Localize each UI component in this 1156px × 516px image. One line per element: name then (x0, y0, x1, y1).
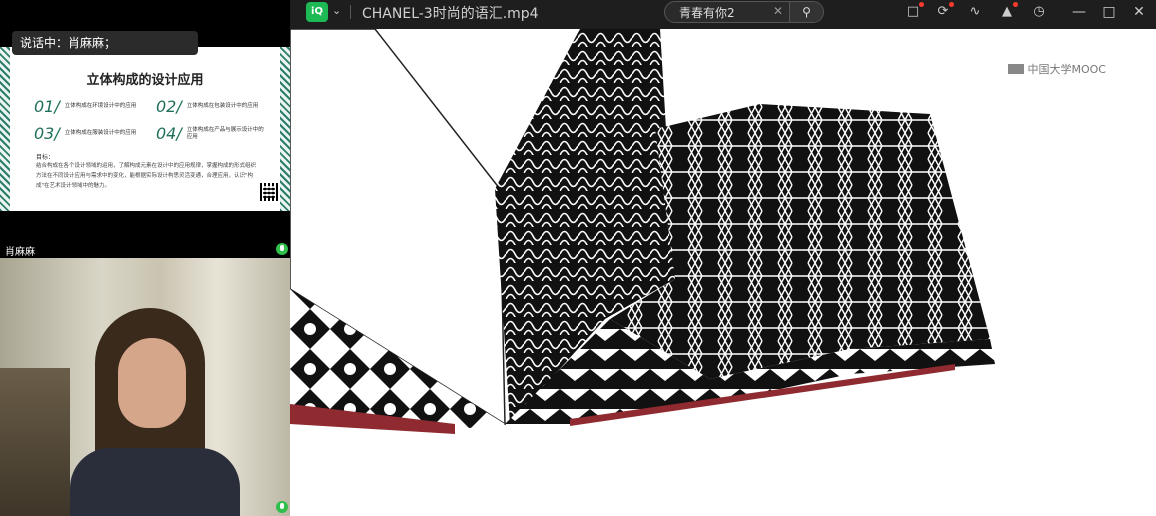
phone-icon[interactable]: □ (904, 2, 924, 21)
video-frame[interactable]: 中国大学MOOC (290, 29, 1156, 516)
slide-item-number: 04/ (156, 124, 182, 143)
slide-item-4: 04/ 立体构成在产品与展示设计中的应用 (156, 124, 267, 143)
slide-goal-heading: 目标： (36, 154, 55, 161)
person-face (118, 338, 186, 428)
mooc-logo-icon (1007, 64, 1024, 74)
refresh-icon[interactable]: ⟳ (934, 2, 954, 21)
file-title: CHANEL-3时尚的语汇.mp4 (362, 6, 539, 22)
clear-icon[interactable]: ✕ (773, 4, 783, 18)
app-logo-icon[interactable]: iQ (306, 2, 328, 22)
video-player: iQ ⌄ CHANEL-3时尚的语汇.mp4 ✕ ⚲ □ ⟳ ∿ ▲ ◷ — □… (290, 0, 1156, 516)
folded-pattern-image (290, 29, 1156, 516)
notification-dot (1013, 2, 1018, 7)
slide-item-text: 立体构成在包装设计中的应用 (186, 103, 259, 109)
screen: 立体构成的设计应用 01/ 立体构成在环境设计中的应用 02/ 立体构成在包装设… (0, 0, 1156, 516)
mooc-watermark: 中国大学MOOC (1007, 61, 1107, 77)
player-titlebar: iQ ⌄ CHANEL-3时尚的语汇.mp4 ✕ ⚲ □ ⟳ ∿ ▲ ◷ — □… (290, 0, 1156, 25)
shared-slide: 立体构成的设计应用 01/ 立体构成在环境设计中的应用 02/ 立体构成在包装设… (0, 47, 290, 211)
search-input[interactable] (679, 4, 769, 20)
slide-item-text: 立体构成在服装设计中的应用 (64, 130, 137, 136)
chevron-down-icon[interactable]: ⌄ (332, 4, 341, 17)
minimize-icon[interactable]: — (1070, 3, 1088, 21)
close-icon[interactable]: ✕ (1130, 3, 1148, 21)
share-icon[interactable]: ∿ (966, 3, 984, 21)
slide-item-1: 01/ 立体构成在环境设计中的应用 (34, 97, 145, 116)
slide-item-number: 01/ (34, 97, 60, 116)
background-shelf (0, 368, 70, 516)
mooc-watermark-text: 中国大学MOOC (1027, 63, 1107, 76)
slide-item-3: 03/ 立体构成在服装设计中的应用 (34, 124, 145, 143)
person-body (70, 448, 240, 516)
notification-dot (949, 2, 954, 7)
microphone-icon[interactable] (276, 501, 288, 513)
slide-goal-text: 结合构成在各个设计领域的运用，了解构成元素在设计中的应用规律，掌握构成的形式组织… (36, 163, 257, 189)
slide-item-number: 03/ (34, 124, 60, 143)
meeting-panel: 立体构成的设计应用 01/ 立体构成在环境设计中的应用 02/ 立体构成在包装设… (0, 0, 290, 516)
history-icon[interactable]: ◷ (1030, 3, 1048, 21)
search-button[interactable]: ⚲ (789, 2, 823, 22)
maximize-icon[interactable]: □ (1100, 3, 1118, 21)
titlebar-divider (350, 5, 351, 19)
search-icon: ⚲ (802, 5, 811, 19)
notification-dot (919, 2, 924, 7)
speaking-indicator: 说话中：肖麻麻； (12, 31, 198, 55)
slide-item-number: 02/ (156, 97, 182, 116)
shirt-icon[interactable]: ▲ (998, 2, 1018, 21)
microphone-icon[interactable] (276, 243, 288, 255)
slide-item-text: 立体构成在环境设计中的应用 (64, 103, 137, 109)
slide-title: 立体构成的设计应用 (86, 73, 204, 88)
slide-item-text: 立体构成在产品与展示设计中的应用 (186, 126, 264, 140)
slide-item-2: 02/ 立体构成在包装设计中的应用 (156, 97, 267, 116)
participant-name: 肖麻麻 (5, 247, 35, 258)
participant-video (0, 258, 290, 516)
qr-code-icon (260, 183, 278, 201)
search-box: ✕ ⚲ (664, 1, 824, 23)
